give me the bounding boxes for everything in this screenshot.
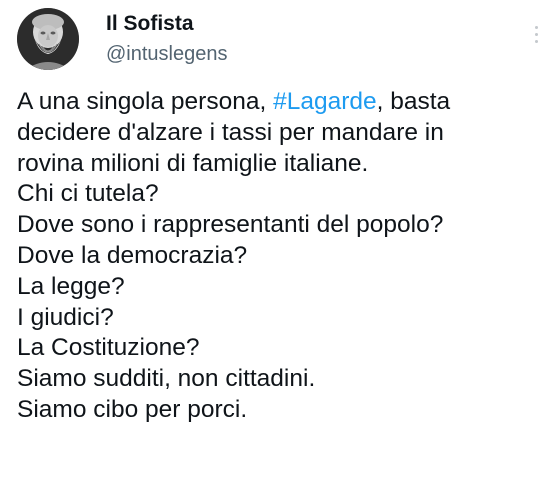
tweet-line: Chi ci tutela?	[17, 180, 159, 208]
tweet-line: decidere d'alzare i tassi per mandare in	[17, 118, 444, 146]
tweet-line: A una singola persona, #Lagarde, basta	[17, 87, 547, 118]
tweet-line: Siamo cibo per porci.	[17, 395, 248, 423]
tweet-line: I giudici?	[17, 303, 114, 331]
author-handle[interactable]: @intuslegens	[106, 42, 227, 66]
avatar[interactable]	[17, 8, 79, 70]
tweet: Il Sofista @intuslegens A una singola pe…	[0, 0, 552, 504]
greek-bust-avatar-icon	[17, 8, 79, 70]
tweet-line: rovina milioni di famiglie italiane.	[17, 149, 369, 177]
hashtag-link[interactable]: #Lagarde	[273, 88, 377, 115]
tweet-line: Dove sono i rappresentanti del popolo?	[17, 211, 444, 239]
author-display-name[interactable]: Il Sofista	[106, 11, 194, 37]
tweet-text-segment: A una singola persona,	[17, 88, 274, 115]
more-vertical-icon[interactable]	[528, 26, 544, 50]
tweet-text: A una singola persona, #Lagarde, basta d…	[17, 87, 547, 426]
tweet-line: Siamo sudditi, non cittadini.	[17, 365, 316, 393]
tweet-line: La legge?	[17, 272, 125, 300]
tweet-line: La Costituzione?	[17, 334, 200, 362]
tweet-text-segment: , basta	[376, 88, 451, 115]
tweet-line: Dove la democrazia?	[17, 241, 248, 269]
